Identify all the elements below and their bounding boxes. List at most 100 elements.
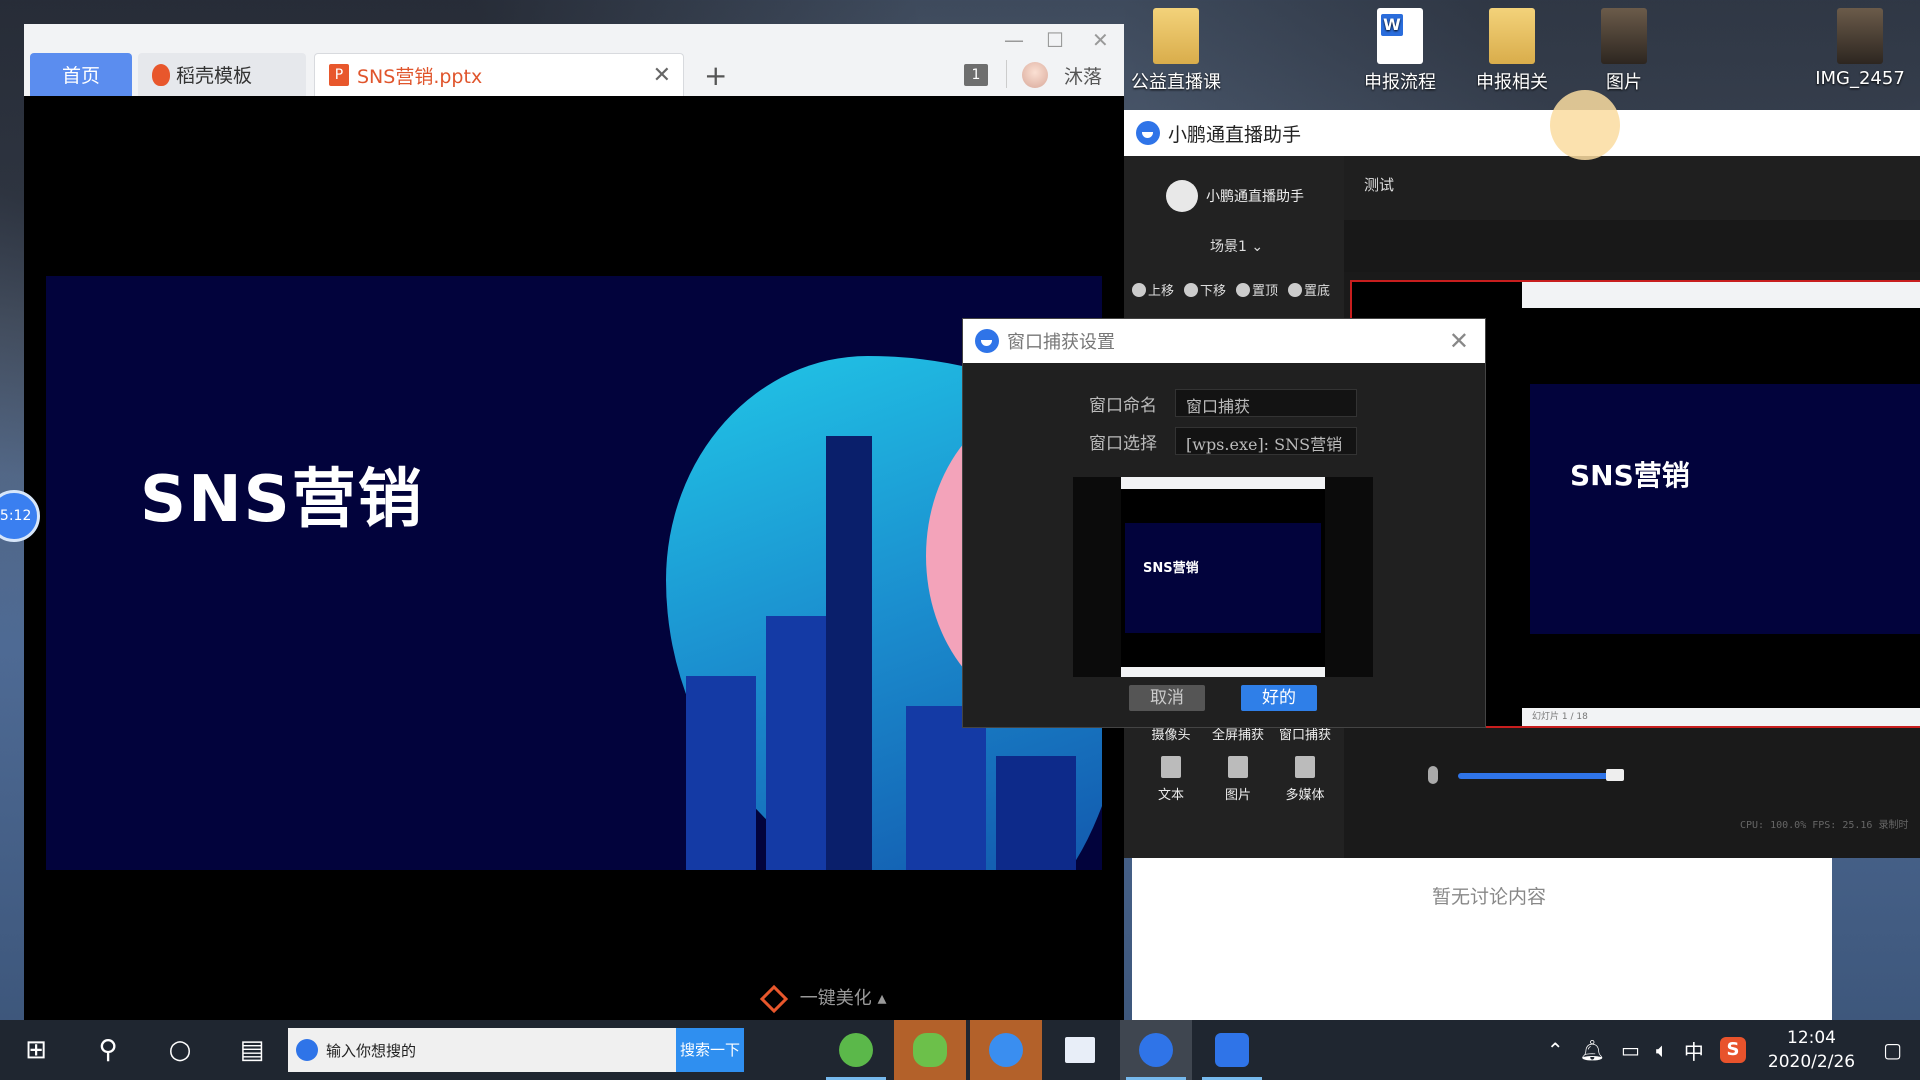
preview-slide: SNS营销	[1125, 523, 1321, 633]
user-avatar[interactable]	[1022, 62, 1048, 88]
tab-home[interactable]: 首页	[30, 53, 132, 96]
taskbar-app-reader[interactable]	[1044, 1020, 1116, 1080]
cursor-highlight	[1550, 90, 1620, 160]
start-button[interactable]: ⊞	[0, 1020, 72, 1080]
desktop-icon-photo[interactable]: IMG_2457	[1800, 8, 1920, 89]
close-window-button[interactable]: ✕	[1092, 28, 1109, 52]
wechat-icon	[913, 1033, 947, 1067]
source-text[interactable]: 文本	[1138, 756, 1204, 803]
action-label: 置底	[1304, 284, 1331, 299]
taskbar: ⊞ ⚲ ○ ▤ 输入你想搜的 搜索一下 ⌃ 🔔︎ ▭ 🔈︎ 中 S 12:04 …	[0, 1020, 1920, 1080]
battery-icon[interactable]: ▭	[1621, 1038, 1640, 1062]
browser-search-box[interactable]: 输入你想搜的 搜索一下	[288, 1028, 744, 1072]
edit-toolbar	[1344, 220, 1920, 272]
window-name-input[interactable]: 窗口捕获	[1175, 389, 1357, 417]
action-label: 下移	[1200, 284, 1227, 299]
clock-date: 2020/2/26	[1767, 1052, 1856, 1072]
move-top-button[interactable]: 置顶	[1236, 280, 1278, 299]
desktop-icon-doc[interactable]: 申报流程	[1350, 8, 1450, 94]
captured-window-preview: SNS营销 幻灯片 1 / 18	[1522, 282, 1920, 726]
preview-slide-title: SNS营销	[1570, 459, 1690, 492]
cortana-button[interactable]: ○	[144, 1020, 216, 1080]
action-center-icon[interactable]: ▢	[1883, 1038, 1902, 1062]
maximize-button[interactable]: ☐	[1046, 28, 1064, 52]
task-view-icon: ▤	[239, 1035, 265, 1065]
system-clock[interactable]: 12:04 2020/2/26	[1768, 1026, 1855, 1074]
volume-slider-track[interactable]	[1458, 773, 1614, 779]
cortana-circle-icon: ○	[168, 1035, 192, 1065]
wps-writer-icon	[1215, 1033, 1249, 1067]
desktop-icon-label: 公益直播课	[1131, 72, 1221, 93]
desktop-icon-folder[interactable]: 公益直播课	[1126, 8, 1226, 94]
discussion-empty-text: 暂无讨论内容	[1432, 886, 1547, 908]
input-method-indicator[interactable]: 中	[1684, 1036, 1704, 1065]
taskbar-app-browser[interactable]	[820, 1020, 892, 1080]
user-name[interactable]: 沐落	[1064, 62, 1102, 89]
tab-label: 首页	[61, 65, 100, 87]
action-label: 上移	[1148, 284, 1175, 299]
source-image[interactable]: 图片	[1205, 756, 1271, 803]
beautify-label: 一键美化 ▴	[799, 988, 887, 1009]
one-click-beautify-button[interactable]: 一键美化 ▴	[759, 984, 887, 1014]
brand-name: 小鹏通直播助手	[1206, 189, 1304, 205]
beautify-logo-icon	[759, 984, 789, 1014]
ok-button[interactable]: 好的	[1241, 685, 1317, 711]
live-header: 测试	[1344, 156, 1920, 220]
move-down-button[interactable]: 下移	[1184, 280, 1226, 299]
wps-presentation-window: 首页 稻壳模板 P SNS营销.pptx ✕ + — ☐ ✕ 1 沐落 SNS营…	[24, 24, 1124, 1020]
source-label: 文本	[1157, 788, 1184, 803]
slide-illustration-building	[996, 756, 1076, 870]
tab-templates[interactable]: 稻壳模板	[138, 53, 306, 96]
notification-bell-icon[interactable]: 🔔︎	[1580, 1038, 1605, 1062]
taskbar-app-feishu[interactable]	[970, 1020, 1042, 1080]
minimize-button[interactable]: —	[1004, 28, 1024, 52]
ppt-file-icon: P	[329, 64, 349, 86]
window-count-badge[interactable]: 1	[964, 64, 988, 86]
source-multimedia[interactable]: 多媒体	[1272, 756, 1338, 803]
taskbar-app-live-assistant[interactable]	[1120, 1020, 1192, 1080]
taskbar-app-wps[interactable]	[1196, 1020, 1268, 1080]
scene-dropdown[interactable]: 场景1 ⌄	[1210, 236, 1263, 256]
word-doc-icon	[1377, 8, 1423, 64]
volume-icon[interactable]: 🔈︎	[1656, 1038, 1668, 1062]
desktop-icon-photo[interactable]: 图片	[1574, 8, 1674, 94]
move-up-button[interactable]: 上移	[1132, 280, 1174, 299]
image-icon	[1837, 8, 1883, 64]
desktop-icon-folder[interactable]: 申报相关	[1462, 8, 1562, 94]
volume-slider-handle[interactable]	[1606, 769, 1624, 781]
brand-avatar	[1166, 180, 1198, 212]
divider	[1006, 60, 1007, 88]
task-view-button[interactable]: ▤	[216, 1020, 288, 1080]
slide-title: SNS营销	[140, 463, 424, 537]
desktop-icon-label: 申报相关	[1476, 72, 1548, 93]
source-label: 图片	[1224, 788, 1251, 803]
preview-statusbar: 幻灯片 1 / 18	[1522, 708, 1920, 726]
show-hidden-icons-chevron-icon[interactable]: ⌃	[1547, 1038, 1564, 1062]
paper-plane-app-icon	[989, 1033, 1023, 1067]
window-select-dropdown[interactable]: [wps.exe]: SNS营销	[1175, 427, 1357, 455]
text-icon	[1161, 756, 1181, 778]
capture-preview: SNS营销	[1073, 477, 1373, 677]
to-top-icon	[1236, 283, 1251, 297]
search-button[interactable]: ⚲	[72, 1020, 144, 1080]
reader-app-icon	[1065, 1037, 1095, 1063]
close-tab-icon[interactable]: ✕	[653, 63, 671, 88]
source-row-media: 文本 图片 多媒体	[1138, 756, 1338, 803]
scene-label: 场景1	[1210, 239, 1247, 255]
search-go-button[interactable]: 搜索一下	[676, 1028, 744, 1072]
taskbar-app-wechat[interactable]	[894, 1020, 966, 1080]
tab-sns-pptx[interactable]: P SNS营销.pptx ✕	[314, 53, 684, 96]
app-logo-icon	[1136, 121, 1160, 145]
move-bottom-button[interactable]: 置底	[1288, 280, 1330, 299]
sogou-ime-icon[interactable]: S	[1719, 1037, 1746, 1063]
search-input[interactable]: 输入你想搜的	[326, 1040, 676, 1061]
cancel-button[interactable]: 取消	[1129, 685, 1205, 711]
dialog-titlebar: 窗口捕获设置 ✕	[963, 319, 1485, 363]
system-tray: ⌃ 🔔︎ ▭ 🔈︎ 中 S 12:04 2020/2/26 ▢	[1539, 1020, 1920, 1080]
new-tab-button[interactable]: +	[704, 59, 727, 92]
performance-stats: CPU: 100.0% FPS: 25.16 录制时	[1740, 820, 1909, 831]
close-dialog-icon[interactable]: ✕	[1449, 327, 1469, 355]
ie-browser-icon	[296, 1039, 318, 1061]
microphone-icon[interactable]	[1428, 766, 1438, 784]
windows-logo-icon: ⊞	[25, 1035, 47, 1065]
